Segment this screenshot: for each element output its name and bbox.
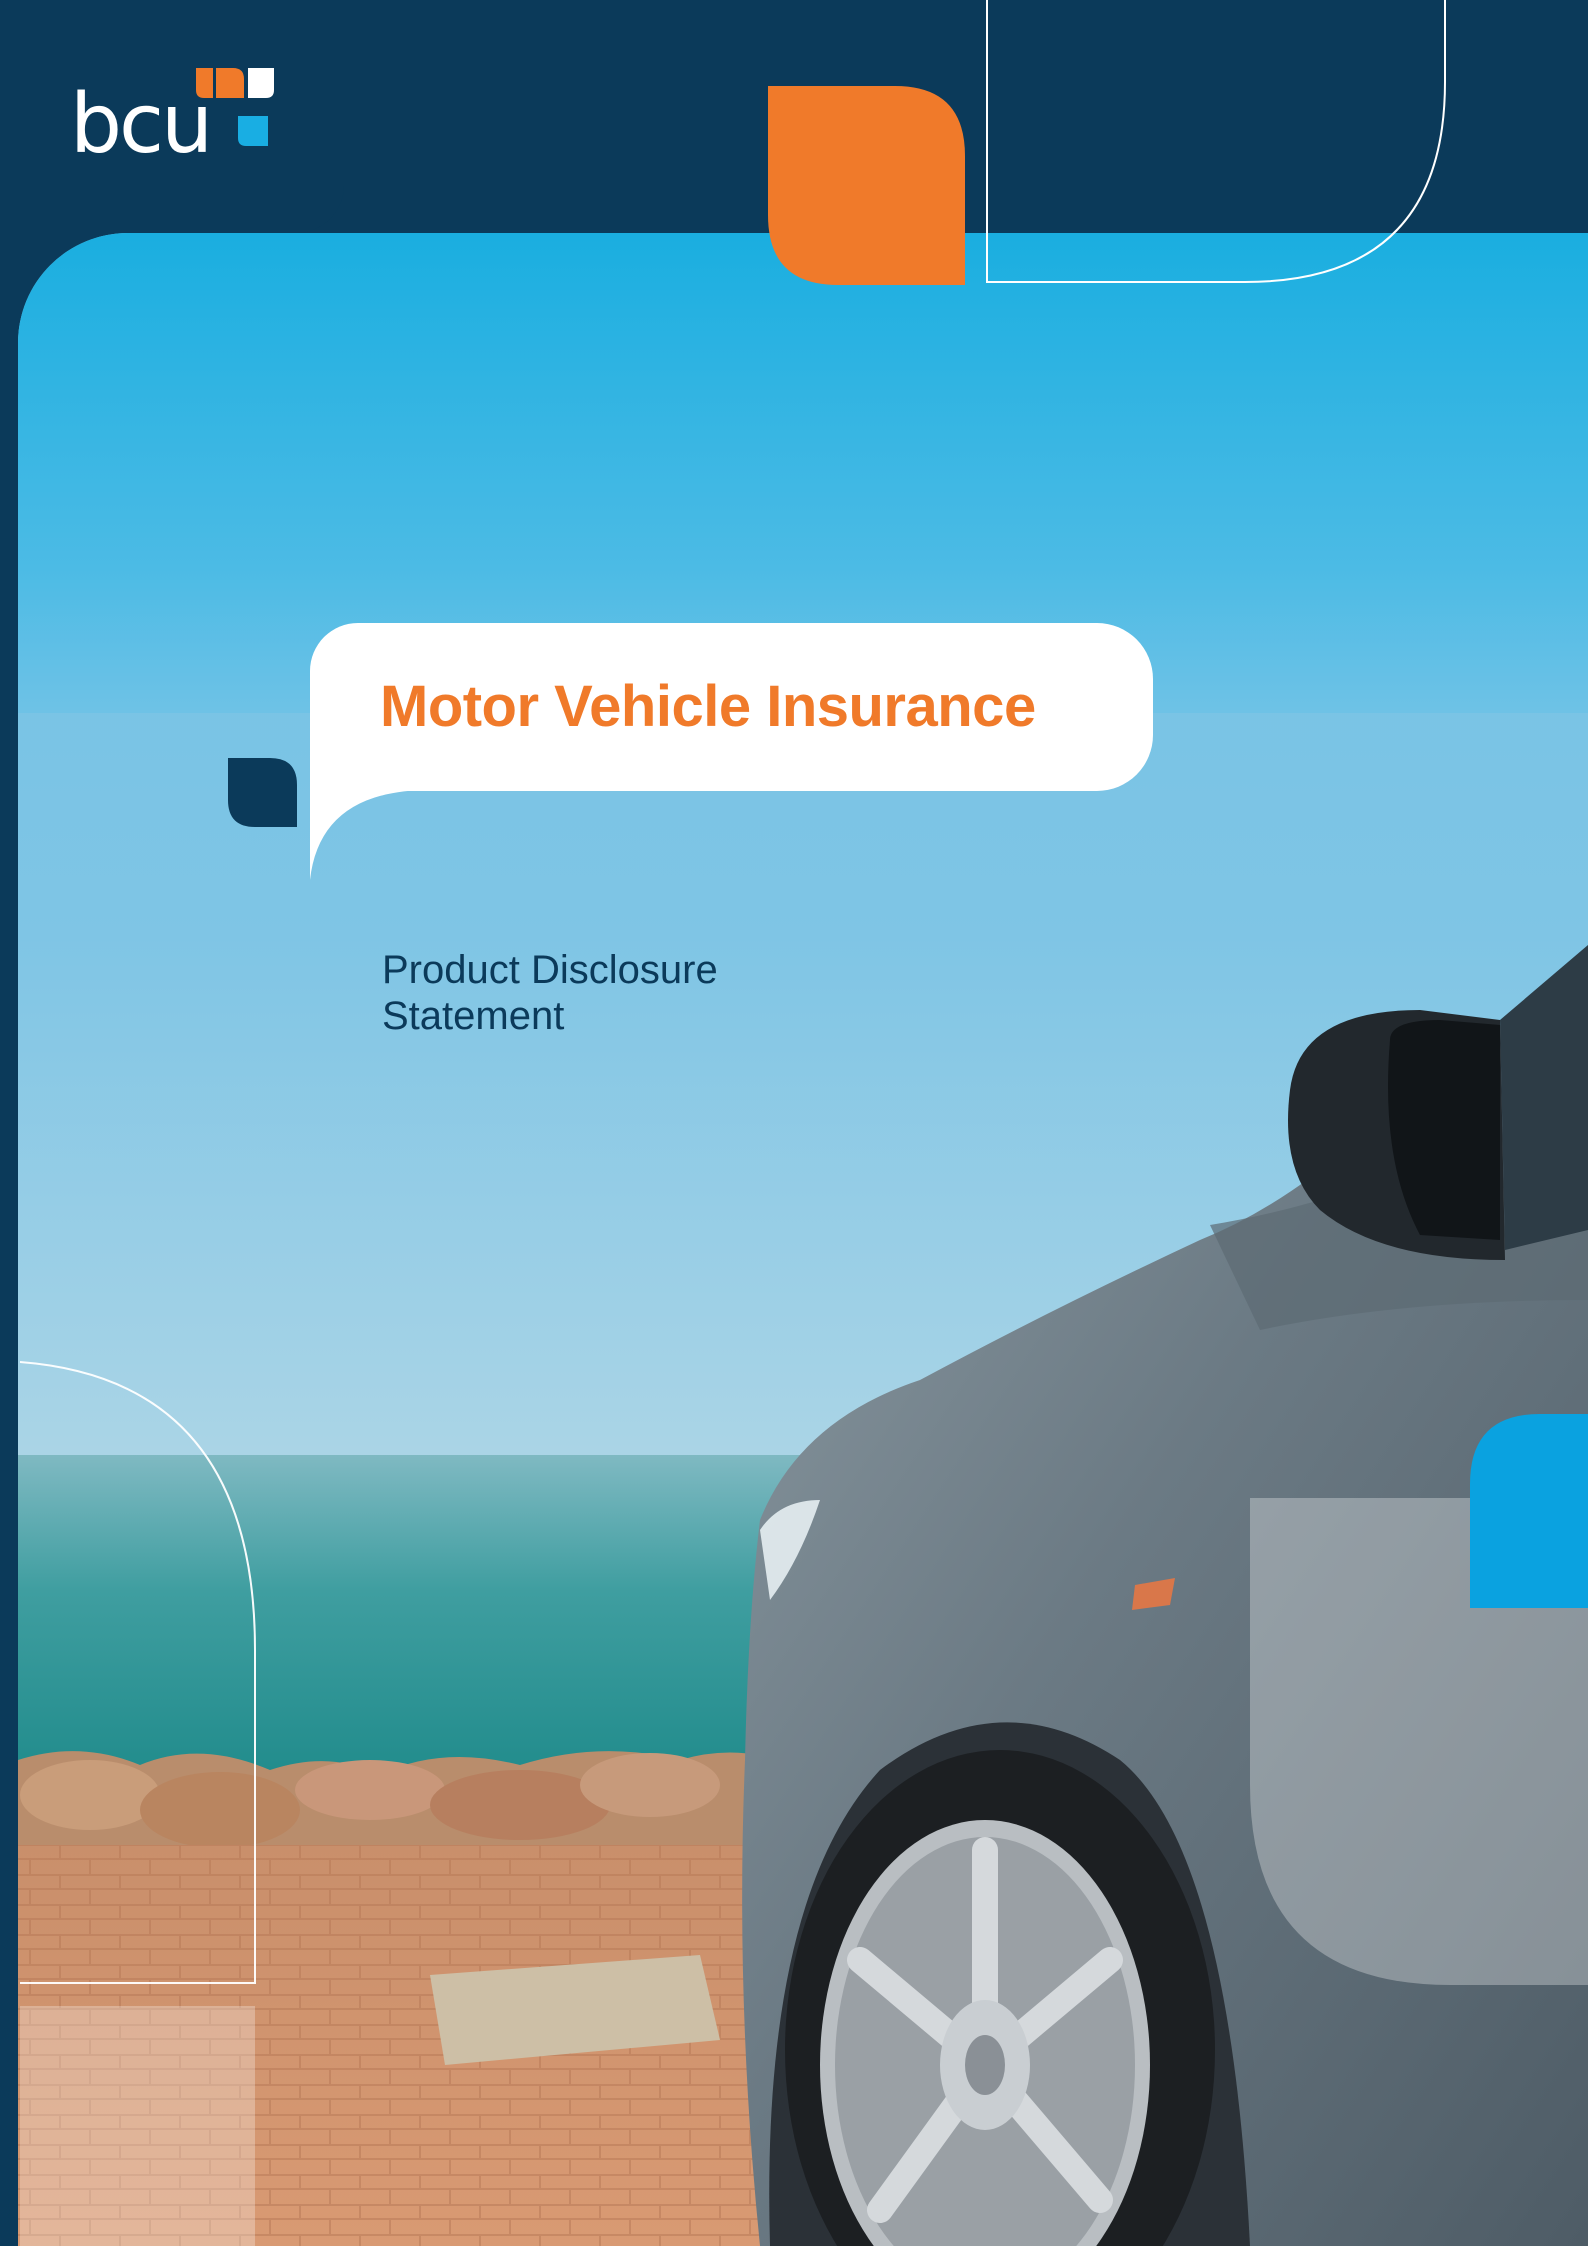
logo-wordmark: bcu [70,77,213,172]
document-title: Motor Vehicle Insurance [380,674,1036,739]
outline-leaf-icon [986,0,1446,283]
document-subtitle: Product Disclosure Statement [382,947,982,1039]
cover-illustration [18,0,1588,2246]
orange-leaf-icon [768,86,965,285]
blue-leaf-icon [1470,1414,1588,1608]
navy-leaf-icon [228,758,297,827]
translucent-panel-left [20,2006,255,2246]
subtitle-line-2: Statement [382,994,565,1038]
subtitle-line-1: Product Disclosure [382,948,718,992]
cover-page: bcu Motor Vehicle Insurance Product Disc… [0,0,1588,2246]
bubble-tail [310,790,430,880]
